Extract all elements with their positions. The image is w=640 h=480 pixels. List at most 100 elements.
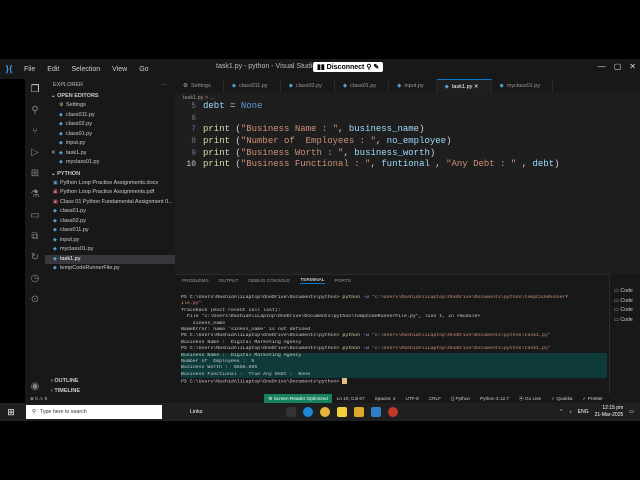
python-file-icon: ◆ bbox=[59, 159, 63, 165]
outline-header[interactable]: › OUTLINE bbox=[45, 376, 175, 386]
maximize-icon[interactable]: ▢ bbox=[614, 62, 622, 71]
notifications-icon[interactable]: ▭ bbox=[629, 409, 634, 415]
run-debug-icon[interactable]: ▷ bbox=[31, 142, 39, 163]
tab-class02[interactable]: ◆ class02.py bbox=[281, 79, 335, 93]
code-line: 7 print ("Business Name : ", business_nam… bbox=[191, 124, 425, 135]
code-editor[interactable]: 5 debt = None 6 7 print ("Business Name : … bbox=[175, 101, 615, 251]
chrome-icon[interactable] bbox=[320, 407, 331, 417]
explorer-icon[interactable]: ❐ bbox=[31, 79, 40, 100]
terminal-instance[interactable]: ▭ Code bbox=[610, 298, 640, 308]
tab-myclass01[interactable]: ◆ myclass01.py bbox=[492, 79, 554, 93]
links-toolbar[interactable]: Links bbox=[190, 409, 202, 415]
tab-output[interactable]: OUTPUT bbox=[219, 279, 239, 284]
search-icon[interactable]: ⚲ bbox=[31, 100, 38, 121]
sticky-notes-icon[interactable] bbox=[337, 407, 348, 417]
close-tab-icon[interactable]: ✕ bbox=[474, 84, 479, 90]
editor-tabs: ⚙ Settings ◆ class011.py ◆ class02.py ◆ clas… bbox=[175, 79, 640, 93]
terminal-instance[interactable]: ▭ Code bbox=[610, 317, 640, 327]
file-item-selected[interactable]: ◆ task1.py bbox=[45, 254, 175, 264]
minimap[interactable] bbox=[615, 93, 640, 273]
go-live[interactable]: ⦿ Go Live bbox=[514, 396, 546, 402]
python-file-icon: ◆ bbox=[59, 140, 63, 146]
code-line: 10 print ("Business Functional : ", funti… bbox=[186, 159, 560, 170]
source-control-icon[interactable]: ⑂ bbox=[32, 121, 38, 142]
open-editors-header[interactable]: ⌄ OPEN EDITORS bbox=[45, 91, 175, 101]
remote-explorer-icon[interactable]: ▭ bbox=[30, 205, 39, 226]
title-bar: ⟩⟨ File Edit Selection View Go task1.py … bbox=[0, 59, 640, 79]
language-indicator[interactable]: ENG bbox=[578, 409, 589, 415]
line-ending[interactable]: CRLF bbox=[424, 396, 446, 401]
tab-terminal[interactable]: TERMINAL bbox=[300, 278, 325, 284]
vscode-taskbar-icon[interactable] bbox=[371, 407, 382, 417]
terminal-output[interactable]: PS C:\Users\RashidAliLaptop\OneDrive\Doc… bbox=[181, 295, 607, 384]
tab-problems[interactable]: PROBLEMS bbox=[182, 279, 209, 284]
file-item[interactable]: ◆ class01.py bbox=[45, 207, 175, 217]
recorder-icon[interactable] bbox=[388, 407, 399, 417]
minimize-icon[interactable]: — bbox=[598, 62, 606, 71]
tab-debug-console[interactable]: DEBUG CONSOLE bbox=[248, 279, 290, 284]
file-explorer-icon[interactable] bbox=[354, 407, 365, 417]
explorer-header: EXPLORER bbox=[53, 82, 83, 88]
open-editor-task1[interactable]: ✕ ◆ task1.py bbox=[45, 149, 175, 159]
docker-icon[interactable]: ⧉ bbox=[31, 226, 38, 247]
encoding[interactable]: UTF-8 bbox=[400, 396, 423, 401]
tab-settings[interactable]: ⚙ Settings bbox=[175, 79, 224, 93]
file-item[interactable]: ▣ Class 01 Python Fundamental Assignment … bbox=[45, 198, 175, 208]
python-icon[interactable]: ◷ bbox=[31, 268, 40, 289]
timeline-icon[interactable]: ⊙ bbox=[31, 289, 39, 310]
testing-icon[interactable]: ⚗ bbox=[31, 184, 40, 205]
terminal-instance[interactable]: ▭ Code bbox=[610, 288, 640, 298]
language-mode[interactable]: {} Python bbox=[446, 396, 475, 401]
close-icon[interactable]: ✕ bbox=[629, 62, 636, 71]
menu-view[interactable]: View bbox=[106, 66, 133, 73]
open-editor-input[interactable]: ◆ input.py bbox=[45, 139, 175, 149]
taskbar-search[interactable]: ⚲ Type here to search bbox=[26, 405, 162, 419]
python-file-icon: ◆ bbox=[53, 208, 57, 214]
file-item[interactable]: ◆ class02.py bbox=[45, 217, 175, 227]
volume-icon[interactable]: ♪ bbox=[569, 409, 572, 415]
python-version[interactable]: Python 3.12.7 bbox=[475, 396, 514, 401]
close-editor-icon[interactable]: ✕ bbox=[51, 149, 59, 159]
file-item[interactable]: ◆ myclass01.py bbox=[45, 245, 175, 255]
tab-ports[interactable]: PORTS bbox=[335, 279, 351, 284]
terminal-instance[interactable]: ▭ Code bbox=[610, 307, 640, 317]
edge-icon[interactable] bbox=[303, 407, 314, 417]
live-share-icon[interactable]: ↻ bbox=[31, 247, 39, 268]
file-item[interactable]: ◆ tempCodeRunnerFile.py bbox=[45, 264, 175, 274]
file-item[interactable]: ◆ class011.py bbox=[45, 226, 175, 236]
status-bar: ⊗ 0 ⚠ 0 ⚙ Screen Reader Optimized Ln 10,… bbox=[25, 394, 640, 403]
tray-chevron-icon[interactable]: ⌃ bbox=[559, 409, 563, 415]
file-item[interactable]: ▣ Python Loop Practice Assignments.docx bbox=[45, 179, 175, 189]
screen-reader-status[interactable]: ⚙ Screen Reader Optimized bbox=[264, 394, 332, 403]
cursor-position[interactable]: Ln 10, Col 67 bbox=[332, 396, 370, 401]
task-view-icon[interactable] bbox=[286, 407, 297, 417]
extensions-icon[interactable]: ⊞ bbox=[31, 163, 39, 184]
open-editor-settings[interactable]: ⚙ Settings bbox=[45, 101, 175, 111]
indentation[interactable]: Spaces: 4 bbox=[370, 396, 401, 401]
menu-selection[interactable]: Selection bbox=[65, 66, 106, 73]
tab-class011[interactable]: ◆ class011.py bbox=[224, 79, 281, 93]
tab-task1[interactable]: ◆ task1.py ✕ bbox=[436, 79, 492, 93]
file-item[interactable]: ▣ Python Loop Practice Assignments.pdf bbox=[45, 188, 175, 198]
python-file-icon: ◆ bbox=[444, 84, 449, 90]
problems-count[interactable]: ⊗ 0 ⚠ 0 bbox=[25, 396, 52, 402]
python-file-icon: ◆ bbox=[53, 246, 57, 252]
windows-start-icon[interactable]: ⊞ bbox=[0, 407, 22, 418]
python-file-icon: ◆ bbox=[59, 111, 63, 118]
more-actions-icon[interactable]: ··· bbox=[162, 82, 168, 88]
open-editor-class02[interactable]: ◆ class02.py bbox=[45, 120, 175, 130]
open-editor-class011[interactable]: ◆ class011.py bbox=[45, 111, 175, 121]
open-editor-class01[interactable]: ◆ class01.py bbox=[45, 130, 175, 140]
file-item[interactable]: ◆ input.py bbox=[45, 236, 175, 246]
quokka[interactable]: ✓ Quokka bbox=[546, 396, 577, 402]
open-editor-myclass01[interactable]: ◆ myclass01.py bbox=[45, 158, 175, 168]
python-folder-header[interactable]: ⌄ PYTHON bbox=[45, 169, 175, 179]
prettier[interactable]: ✓ Prettier bbox=[578, 396, 608, 402]
disconnect-button[interactable]: ▮▮ Disconnect ⚲ ✎ bbox=[313, 62, 384, 72]
menu-edit[interactable]: Edit bbox=[41, 66, 65, 73]
clock[interactable]: 12:15 pm 21-Mar-2025 bbox=[595, 405, 624, 418]
menu-go[interactable]: Go bbox=[133, 66, 154, 73]
menu-file[interactable]: File bbox=[18, 66, 41, 73]
tab-input[interactable]: ◆ input.py bbox=[389, 79, 437, 93]
tab-class01[interactable]: ◆ class01.py bbox=[335, 79, 390, 93]
